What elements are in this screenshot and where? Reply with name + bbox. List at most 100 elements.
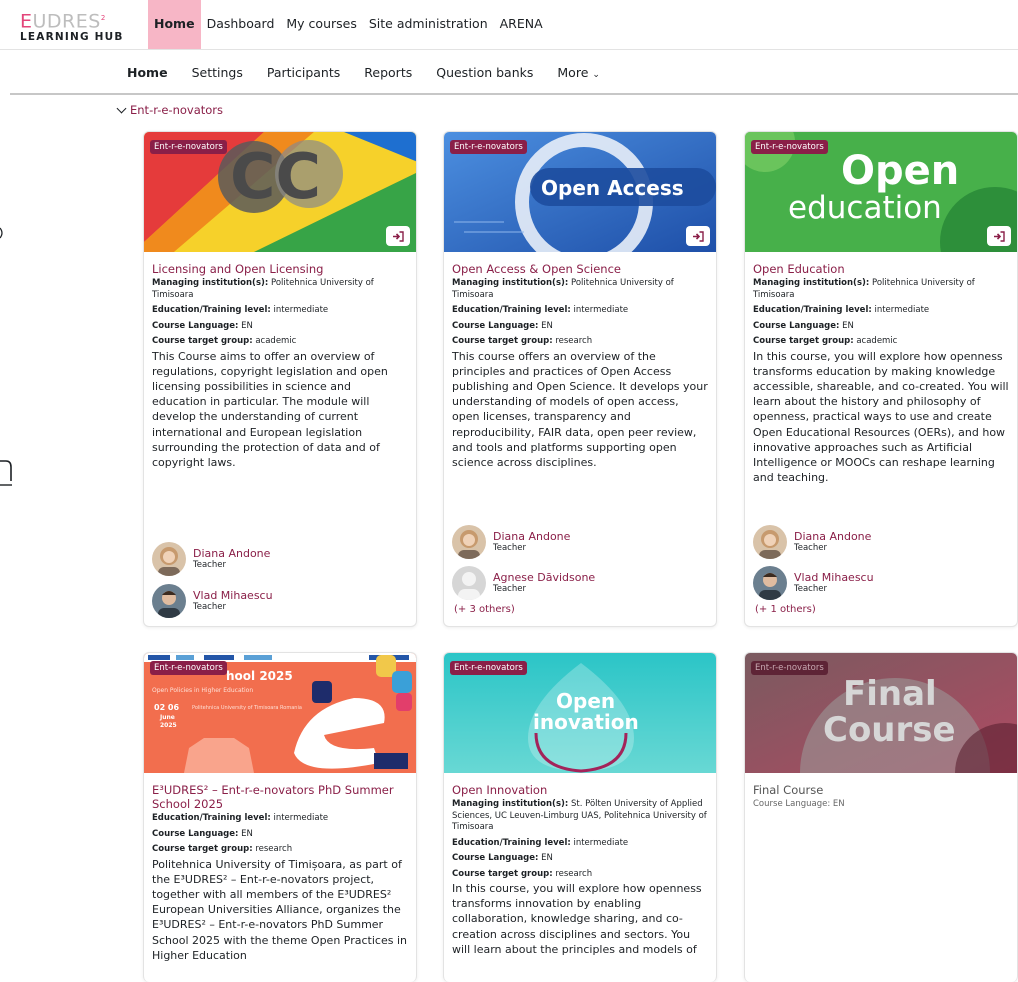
course-description: This course offers an overview of the pr…	[452, 349, 708, 469]
category-badge: Ent-r-e-novators	[450, 661, 527, 675]
teacher-entry[interactable]: Diana Andone Teacher	[152, 542, 270, 576]
avatar[interactable]	[452, 566, 486, 600]
course-level: Education/Training level: intermediate	[152, 813, 329, 823]
course-card[interactable]: CC Ent-r-e-novators Licensing and Open L…	[143, 131, 417, 627]
avatar[interactable]	[753, 566, 787, 600]
avatar[interactable]	[452, 525, 486, 559]
teacher-entry[interactable]: Vlad Mihaescu Teacher	[753, 566, 874, 600]
teacher-role: Teacher	[193, 560, 226, 570]
course-language: Course Language: EN	[152, 828, 253, 839]
teacher-role: Teacher	[193, 602, 226, 612]
course-image[interactable]: Open education Ent-r-e-novators	[745, 132, 1017, 252]
more-label: More	[557, 64, 589, 80]
avatar[interactable]	[152, 584, 186, 618]
teacher-role: Teacher	[794, 584, 827, 594]
secnav-more[interactable]: More ⌄	[557, 65, 600, 80]
teacher-name[interactable]: Diana Andone	[794, 530, 871, 543]
course-title[interactable]: Open Innovation	[452, 783, 708, 797]
enter-course-button[interactable]	[987, 226, 1011, 246]
course-target-group: Course target group: research	[452, 336, 593, 346]
nav-dashboard[interactable]: Dashboard	[201, 0, 281, 49]
teacher-name[interactable]: Diana Andone	[193, 547, 270, 560]
nav-arena[interactable]: ARENA	[494, 0, 549, 49]
teacher-entry[interactable]: Vlad Mihaescu Teacher	[152, 584, 273, 618]
course-title[interactable]: Open Access & Open Science	[452, 262, 708, 276]
enter-course-button[interactable]	[386, 226, 410, 246]
category-badge: Ent-r-e-novators	[751, 140, 828, 154]
teacher-name[interactable]: Vlad Mihaescu	[794, 571, 874, 584]
teacher-entry[interactable]: Diana Andone Teacher	[753, 525, 871, 559]
course-description: In this course, you will explore how ope…	[452, 882, 702, 956]
course-title[interactable]: Open Education	[753, 262, 1009, 276]
image-text: Course	[823, 710, 956, 750]
category-badge: Ent-r-e-novators	[150, 661, 227, 675]
category-badge: Ent-r-e-novators	[150, 140, 227, 154]
teacher-role: Teacher	[794, 543, 827, 553]
enter-icon	[693, 230, 704, 242]
course-image[interactable]: Final Course Ent-r-e-novators	[745, 653, 1017, 773]
secnav-home[interactable]: Home	[127, 65, 168, 80]
secnav-participants[interactable]: Participants	[267, 65, 340, 80]
more-teachers-link[interactable]: (+ 1 others)	[755, 604, 816, 615]
secnav-question-banks[interactable]: Question banks	[436, 65, 533, 80]
image-text: CC	[230, 140, 321, 213]
course-language: Course Language: EN	[753, 799, 845, 809]
left-edge-fragment	[0, 455, 12, 487]
course-card[interactable]: Open education Ent-r-e-novators Open Edu…	[744, 131, 1018, 627]
logo-name: UDRES	[32, 10, 101, 33]
category-badge: Ent-r-e-novators	[751, 661, 828, 675]
course-image[interactable]: hool 2025 Open Policies in Higher Educat…	[144, 653, 416, 773]
course-title[interactable]: E³UDRES² – Ent-r-e-novators PhD Summer S…	[152, 783, 408, 811]
nav-my-courses[interactable]: My courses	[280, 0, 362, 49]
section-title: Ent-r-e-novators	[130, 103, 224, 117]
teacher-name[interactable]: Agnese Dāvidsone	[493, 571, 595, 584]
course-card[interactable]: hool 2025 Open Policies in Higher Educat…	[143, 652, 417, 982]
course-language: Course Language: EN	[753, 320, 854, 331]
course-title[interactable]: Licensing and Open Licensing	[152, 262, 408, 276]
image-text: Open	[841, 148, 959, 194]
course-card[interactable]: Open Access Ent-r-e-novators Open Access…	[443, 131, 717, 627]
secondary-navigation: Home Settings Participants Reports Quest…	[10, 51, 1018, 95]
course-target-group: Course target group: academic	[152, 336, 297, 346]
teacher-name[interactable]: Diana Andone	[493, 530, 570, 543]
image-text: education	[788, 190, 942, 226]
course-institution: Managing institution(s): Politehnica Uni…	[753, 278, 975, 300]
logo-superscript: 2	[100, 14, 106, 22]
nav-home[interactable]: Home	[148, 0, 201, 49]
course-level: Education/Training level: intermediate	[152, 305, 329, 315]
course-target-group: Course target group: research	[452, 868, 593, 879]
secnav-settings[interactable]: Settings	[192, 65, 243, 80]
site-logo[interactable]: EUDRES2 LEARNING HUB	[20, 8, 130, 44]
image-text: 2025	[160, 722, 177, 729]
teacher-entry[interactable]: Agnese Dāvidsone Teacher	[452, 566, 595, 600]
course-language: Course Language: EN	[452, 320, 553, 331]
nav-site-administration[interactable]: Site administration	[363, 0, 494, 49]
teacher-role: Teacher	[493, 543, 526, 553]
chevron-down-icon: ⌄	[592, 69, 600, 80]
course-target-group: Course target group: academic	[753, 336, 898, 346]
logo-accent: E	[20, 10, 33, 33]
image-text: inovation	[533, 710, 639, 734]
section-header[interactable]: Ent-r-e-novators	[116, 103, 224, 117]
top-navbar: EUDRES2 LEARNING HUB Home Dashboard My c…	[0, 0, 1018, 50]
course-title[interactable]: Final Course	[753, 783, 1009, 797]
avatar[interactable]	[753, 525, 787, 559]
image-text: hool 2025	[226, 669, 293, 683]
course-card[interactable]: Final Course Ent-r-e-novators Final Cour…	[744, 652, 1018, 982]
course-image[interactable]: Open inovation Ent-r-e-novators	[444, 653, 716, 773]
course-target-group: Course target group: research	[152, 844, 293, 854]
image-text: 02 06	[154, 703, 179, 712]
teacher-name[interactable]: Vlad Mihaescu	[193, 589, 273, 602]
more-teachers-link[interactable]: (+ 3 others)	[454, 604, 515, 615]
image-text: Open Access	[541, 176, 684, 200]
course-image[interactable]: Open Access Ent-r-e-novators	[444, 132, 716, 252]
secnav-reports[interactable]: Reports	[364, 65, 412, 80]
course-description: Politehnica University of Timișoara, as …	[152, 857, 407, 962]
left-edge-fragment	[0, 225, 4, 239]
image-text: Open Policies in Higher Education	[152, 687, 253, 694]
enter-course-button[interactable]	[686, 226, 710, 246]
course-card[interactable]: Open inovation Ent-r-e-novators Open Inn…	[443, 652, 717, 982]
teacher-entry[interactable]: Diana Andone Teacher	[452, 525, 570, 559]
course-image[interactable]: CC Ent-r-e-novators	[144, 132, 416, 252]
avatar[interactable]	[152, 542, 186, 576]
